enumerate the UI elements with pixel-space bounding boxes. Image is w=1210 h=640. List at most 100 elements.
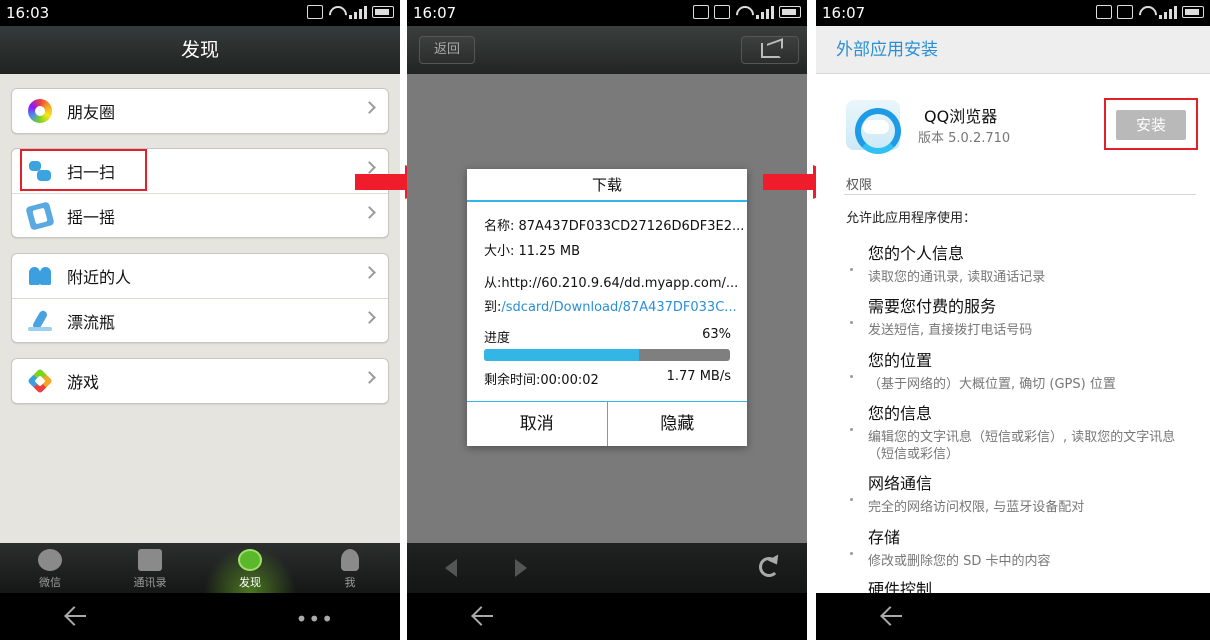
discover-item-shake[interactable]: 摇一摇	[12, 193, 388, 237]
image-icon	[714, 5, 730, 19]
screenshot-icon	[693, 5, 709, 19]
permission-item: 网络通信 完全的网络访问权限, 与蓝牙设备配对	[850, 470, 1198, 516]
tab-contacts[interactable]: 通讯录	[100, 543, 200, 593]
download-dialog: 下载 名称: 87A437DF033CD27126D6DF3E2... 大小: …	[467, 169, 747, 446]
system-nav-bar	[407, 593, 807, 640]
moments-icon	[28, 99, 52, 123]
progress-bar-fill	[484, 349, 639, 361]
discover-item-nearby[interactable]: 附近的人	[12, 254, 388, 298]
discover-item-moments[interactable]: 朋友圈	[12, 89, 388, 133]
permission-item: 存储 修改或删除您的 SD 卡中的内容	[850, 524, 1198, 570]
permissions-heading: 权限	[846, 178, 873, 193]
qq-browser-app-icon	[846, 100, 901, 154]
destination-prefix: 到:	[484, 300, 502, 315]
tab-label: 微信	[39, 576, 61, 589]
tab-me[interactable]: 我	[300, 543, 400, 593]
back-button[interactable]: 返回	[419, 36, 475, 64]
games-icon	[23, 364, 57, 398]
tab-chats[interactable]: 微信	[0, 543, 100, 593]
highlight-box-install	[1104, 98, 1198, 150]
signal-icon	[756, 5, 774, 19]
highlight-box-scan	[20, 149, 147, 191]
nav-forward-icon[interactable]	[515, 559, 527, 577]
screenshot-icon	[307, 5, 323, 19]
back-arrow-icon[interactable]	[882, 607, 904, 625]
tab-discover[interactable]: 发现	[200, 543, 300, 593]
chat-bubble-icon	[38, 549, 62, 571]
group-games: 游戏	[11, 358, 389, 404]
browser-toolbar	[407, 543, 807, 593]
nav-back-icon[interactable]	[445, 559, 457, 577]
share-icon	[761, 43, 781, 58]
battery-icon	[372, 6, 394, 18]
status-bar: 16:07	[407, 0, 807, 26]
app-name: QQ浏览器	[924, 107, 998, 126]
discover-item-bottle[interactable]: 漂流瓶	[12, 298, 388, 342]
wifi-icon	[1138, 5, 1154, 19]
permission-title: 您的位置	[868, 351, 933, 370]
more-dots-icon[interactable]: •••	[296, 607, 334, 631]
back-arrow-icon[interactable]	[66, 607, 88, 625]
screenshot-icon	[1096, 5, 1112, 19]
tab-label: 发现	[239, 576, 261, 589]
destination-path: /sdcard/Download/87A437DF033C...	[501, 300, 737, 315]
permission-title: 需要您付费的服务	[868, 297, 997, 316]
chevron-right-icon	[363, 266, 376, 279]
refresh-icon[interactable]	[759, 557, 779, 577]
discover-item-label: 游戏	[67, 373, 100, 392]
permission-item: 您的信息 编辑您的文字讯息（短信或彩信）, 读取您的文字讯息（短信或彩信）	[850, 400, 1198, 463]
permission-desc: 修改或删除您的 SD 卡中的内容	[868, 554, 1051, 569]
phone-install: 16:07 外部应用安装 QQ浏览器 版本 5.0.2.710 安装 权限 允许…	[816, 0, 1210, 640]
permission-item: 您的个人信息 读取您的通讯录, 读取通话记录	[850, 240, 1198, 286]
permission-title: 网络通信	[868, 474, 933, 493]
permissions-intro: 允许此应用程序使用：	[846, 211, 977, 226]
permission-desc: 读取您的通讯录, 读取通话记录	[868, 270, 1046, 285]
bottom-tab-bar: 微信 通讯录 发现 我	[0, 543, 400, 593]
compass-icon	[238, 549, 262, 571]
permission-item: 您的位置 （基于网络的）大概位置, 确切 (GPS) 位置	[850, 347, 1198, 393]
wifi-icon	[328, 5, 344, 19]
dialog-title: 下载	[467, 169, 747, 202]
back-arrow-icon[interactable]	[473, 607, 495, 625]
group-nearby-bottle: 附近的人 漂流瓶	[11, 253, 389, 343]
permission-title: 您的个人信息	[868, 244, 965, 263]
cancel-button[interactable]: 取消	[467, 402, 607, 446]
battery-icon	[1182, 6, 1204, 18]
status-time: 16:07	[822, 4, 866, 22]
download-speed: 1.77 MB/s	[666, 369, 731, 384]
status-bar: 16:03	[0, 0, 400, 26]
group-moments: 朋友圈	[11, 88, 389, 134]
permission-desc: 编辑您的文字讯息（短信或彩信）, 读取您的文字讯息（短信或彩信）	[868, 430, 1176, 462]
chevron-right-icon	[363, 311, 376, 324]
page-title: 发现	[0, 26, 400, 74]
discover-item-games[interactable]: 游戏	[12, 359, 388, 403]
hide-button[interactable]: 隐藏	[606, 402, 748, 446]
discover-item-label: 附近的人	[67, 268, 132, 287]
shake-icon	[25, 200, 55, 231]
chevron-right-icon	[363, 371, 376, 384]
phone-download: 16:07 返回 下载 名称: 87A437DF033CD27126D6DF3E…	[407, 0, 807, 640]
discover-item-label: 朋友圈	[67, 103, 116, 122]
time-remaining: 剩余时间:00:00:02	[484, 373, 599, 388]
permission-desc: 完全的网络访问权限, 与蓝牙设备配对	[868, 500, 1085, 515]
permission-title: 您的信息	[868, 404, 933, 423]
tab-label: 通讯录	[133, 576, 167, 589]
page-title: 外部应用安装	[816, 26, 1210, 74]
status-icons	[1096, 5, 1204, 19]
status-time: 16:03	[6, 4, 50, 22]
status-icons	[307, 5, 394, 19]
permission-title: 存储	[868, 528, 901, 547]
image-icon	[1117, 5, 1133, 19]
people-nearby-icon	[28, 264, 52, 288]
permission-desc: 发送短信, 直接拨打电话号码	[868, 323, 1033, 338]
destination: 到:/sdcard/Download/87A437DF033C...	[484, 296, 737, 315]
progress-bar	[484, 349, 730, 361]
chevron-right-icon	[363, 206, 376, 219]
permission-desc: （基于网络的）大概位置, 确切 (GPS) 位置	[868, 377, 1116, 392]
share-button[interactable]	[741, 36, 799, 64]
source-url: 从:http://60.210.9.64/dd.myapp.com/...	[484, 276, 739, 291]
progress-percent: 63%	[702, 327, 731, 342]
chevron-right-icon	[363, 101, 376, 114]
discover-item-label: 摇一摇	[67, 207, 116, 227]
stage: 16:03 发现 朋友圈 扫一扫 摇一摇 附近的人 漂流瓶 游戏 微信 通讯录 …	[0, 0, 1210, 640]
